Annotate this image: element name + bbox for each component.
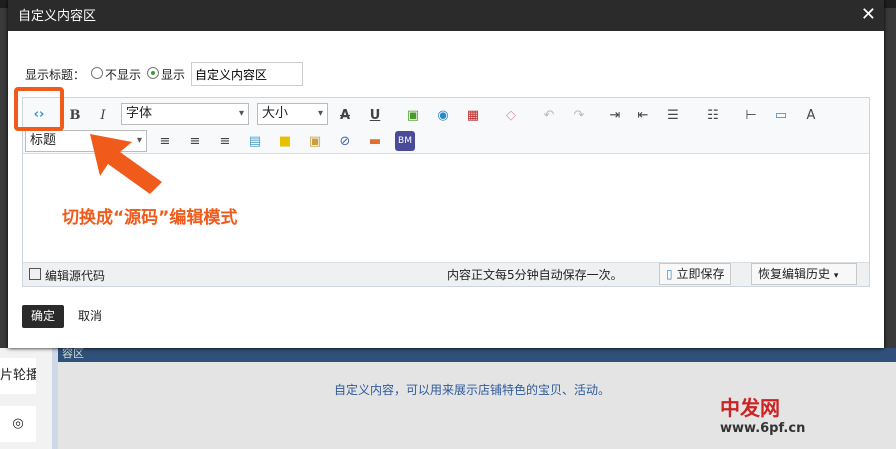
autosave-note: 内容正文每5分钟自动保存一次。 bbox=[447, 268, 623, 282]
editor-status-bar: 编辑源代码 内容正文每5分钟自动保存一次。 ▯ 立即保存 恢复编辑历史 ▾ bbox=[23, 262, 869, 286]
picture-frame-icon[interactable]: ▣ bbox=[305, 131, 325, 151]
restore-history-button[interactable]: 恢复编辑历史 ▾ bbox=[751, 263, 858, 285]
emoticon-icon[interactable]: ■ bbox=[275, 131, 295, 151]
table-icon[interactable]: ▤ bbox=[245, 131, 265, 151]
show-title-label: 显示标题： bbox=[25, 67, 86, 82]
clear-format-icon[interactable]: A bbox=[801, 105, 821, 125]
template-icon[interactable]: ▬ bbox=[365, 131, 385, 151]
align-center-icon[interactable]: ≡ bbox=[185, 131, 205, 151]
numbered-list-icon[interactable]: ☷ bbox=[703, 105, 723, 125]
compass-icon[interactable]: ◎ bbox=[0, 406, 36, 442]
source-checkbox-label: 编辑源代码 bbox=[45, 269, 106, 283]
indent-icon[interactable]: ⇥ bbox=[605, 105, 625, 125]
bullet-list-icon[interactable]: ☰ bbox=[663, 105, 683, 125]
save-now-button[interactable]: ▯ 立即保存 bbox=[659, 263, 732, 285]
flash-icon[interactable]: ⊘ bbox=[335, 131, 355, 151]
save-icon: ▯ bbox=[666, 267, 673, 281]
source-checkbox[interactable] bbox=[29, 268, 41, 280]
outdent-icon[interactable]: ⇤ bbox=[633, 105, 653, 125]
arrow-shape bbox=[90, 134, 162, 194]
highlight-color-icon[interactable]: ◇ bbox=[501, 105, 521, 125]
show-title-row: 显示标题： 不显示 显示 bbox=[25, 62, 304, 86]
dialog-title: 自定义内容区 bbox=[8, 0, 884, 31]
horizontal-rule-icon[interactable]: ⊢ bbox=[741, 105, 761, 125]
watermark-logo: 中发网 www.6pf.cn bbox=[720, 396, 806, 436]
link-icon[interactable]: ◉ bbox=[433, 105, 453, 125]
highlight-box bbox=[14, 87, 64, 131]
strikethrough-icon[interactable]: A bbox=[335, 105, 355, 125]
size-select[interactable]: 大小 bbox=[257, 103, 328, 125]
close-icon[interactable]: ✕ bbox=[861, 6, 876, 24]
image-icon[interactable]: ▣ bbox=[403, 105, 423, 125]
cancel-button[interactable]: 取消 bbox=[78, 305, 102, 328]
arrow-annotation bbox=[90, 134, 162, 194]
annotation-text: 切换成“源码”编辑模式 bbox=[62, 208, 238, 228]
underline-icon[interactable]: U bbox=[365, 105, 385, 125]
radio-show[interactable]: 显示 bbox=[147, 66, 185, 83]
module-bar: 容区 bbox=[58, 348, 896, 362]
sidebar: 片轮播 ◎ bbox=[0, 348, 58, 449]
radio-hide[interactable]: 不显示 bbox=[91, 66, 141, 83]
media-icon[interactable]: ▭ bbox=[771, 105, 791, 125]
title-input[interactable] bbox=[191, 62, 304, 86]
undo-icon[interactable]: ↶ bbox=[539, 105, 559, 125]
align-right-icon[interactable]: ≡ bbox=[215, 131, 235, 151]
font-color-icon[interactable]: ▦ bbox=[463, 105, 483, 125]
bm-icon[interactable]: BM bbox=[395, 131, 415, 151]
redo-icon[interactable]: ↷ bbox=[569, 105, 589, 125]
ok-button[interactable]: 确定 bbox=[22, 305, 64, 328]
sidebar-item-carousel[interactable]: 片轮播 bbox=[0, 358, 36, 394]
content-placeholder: 自定义内容，可以用来展示店铺特色的宝贝、活动。 bbox=[334, 383, 611, 397]
